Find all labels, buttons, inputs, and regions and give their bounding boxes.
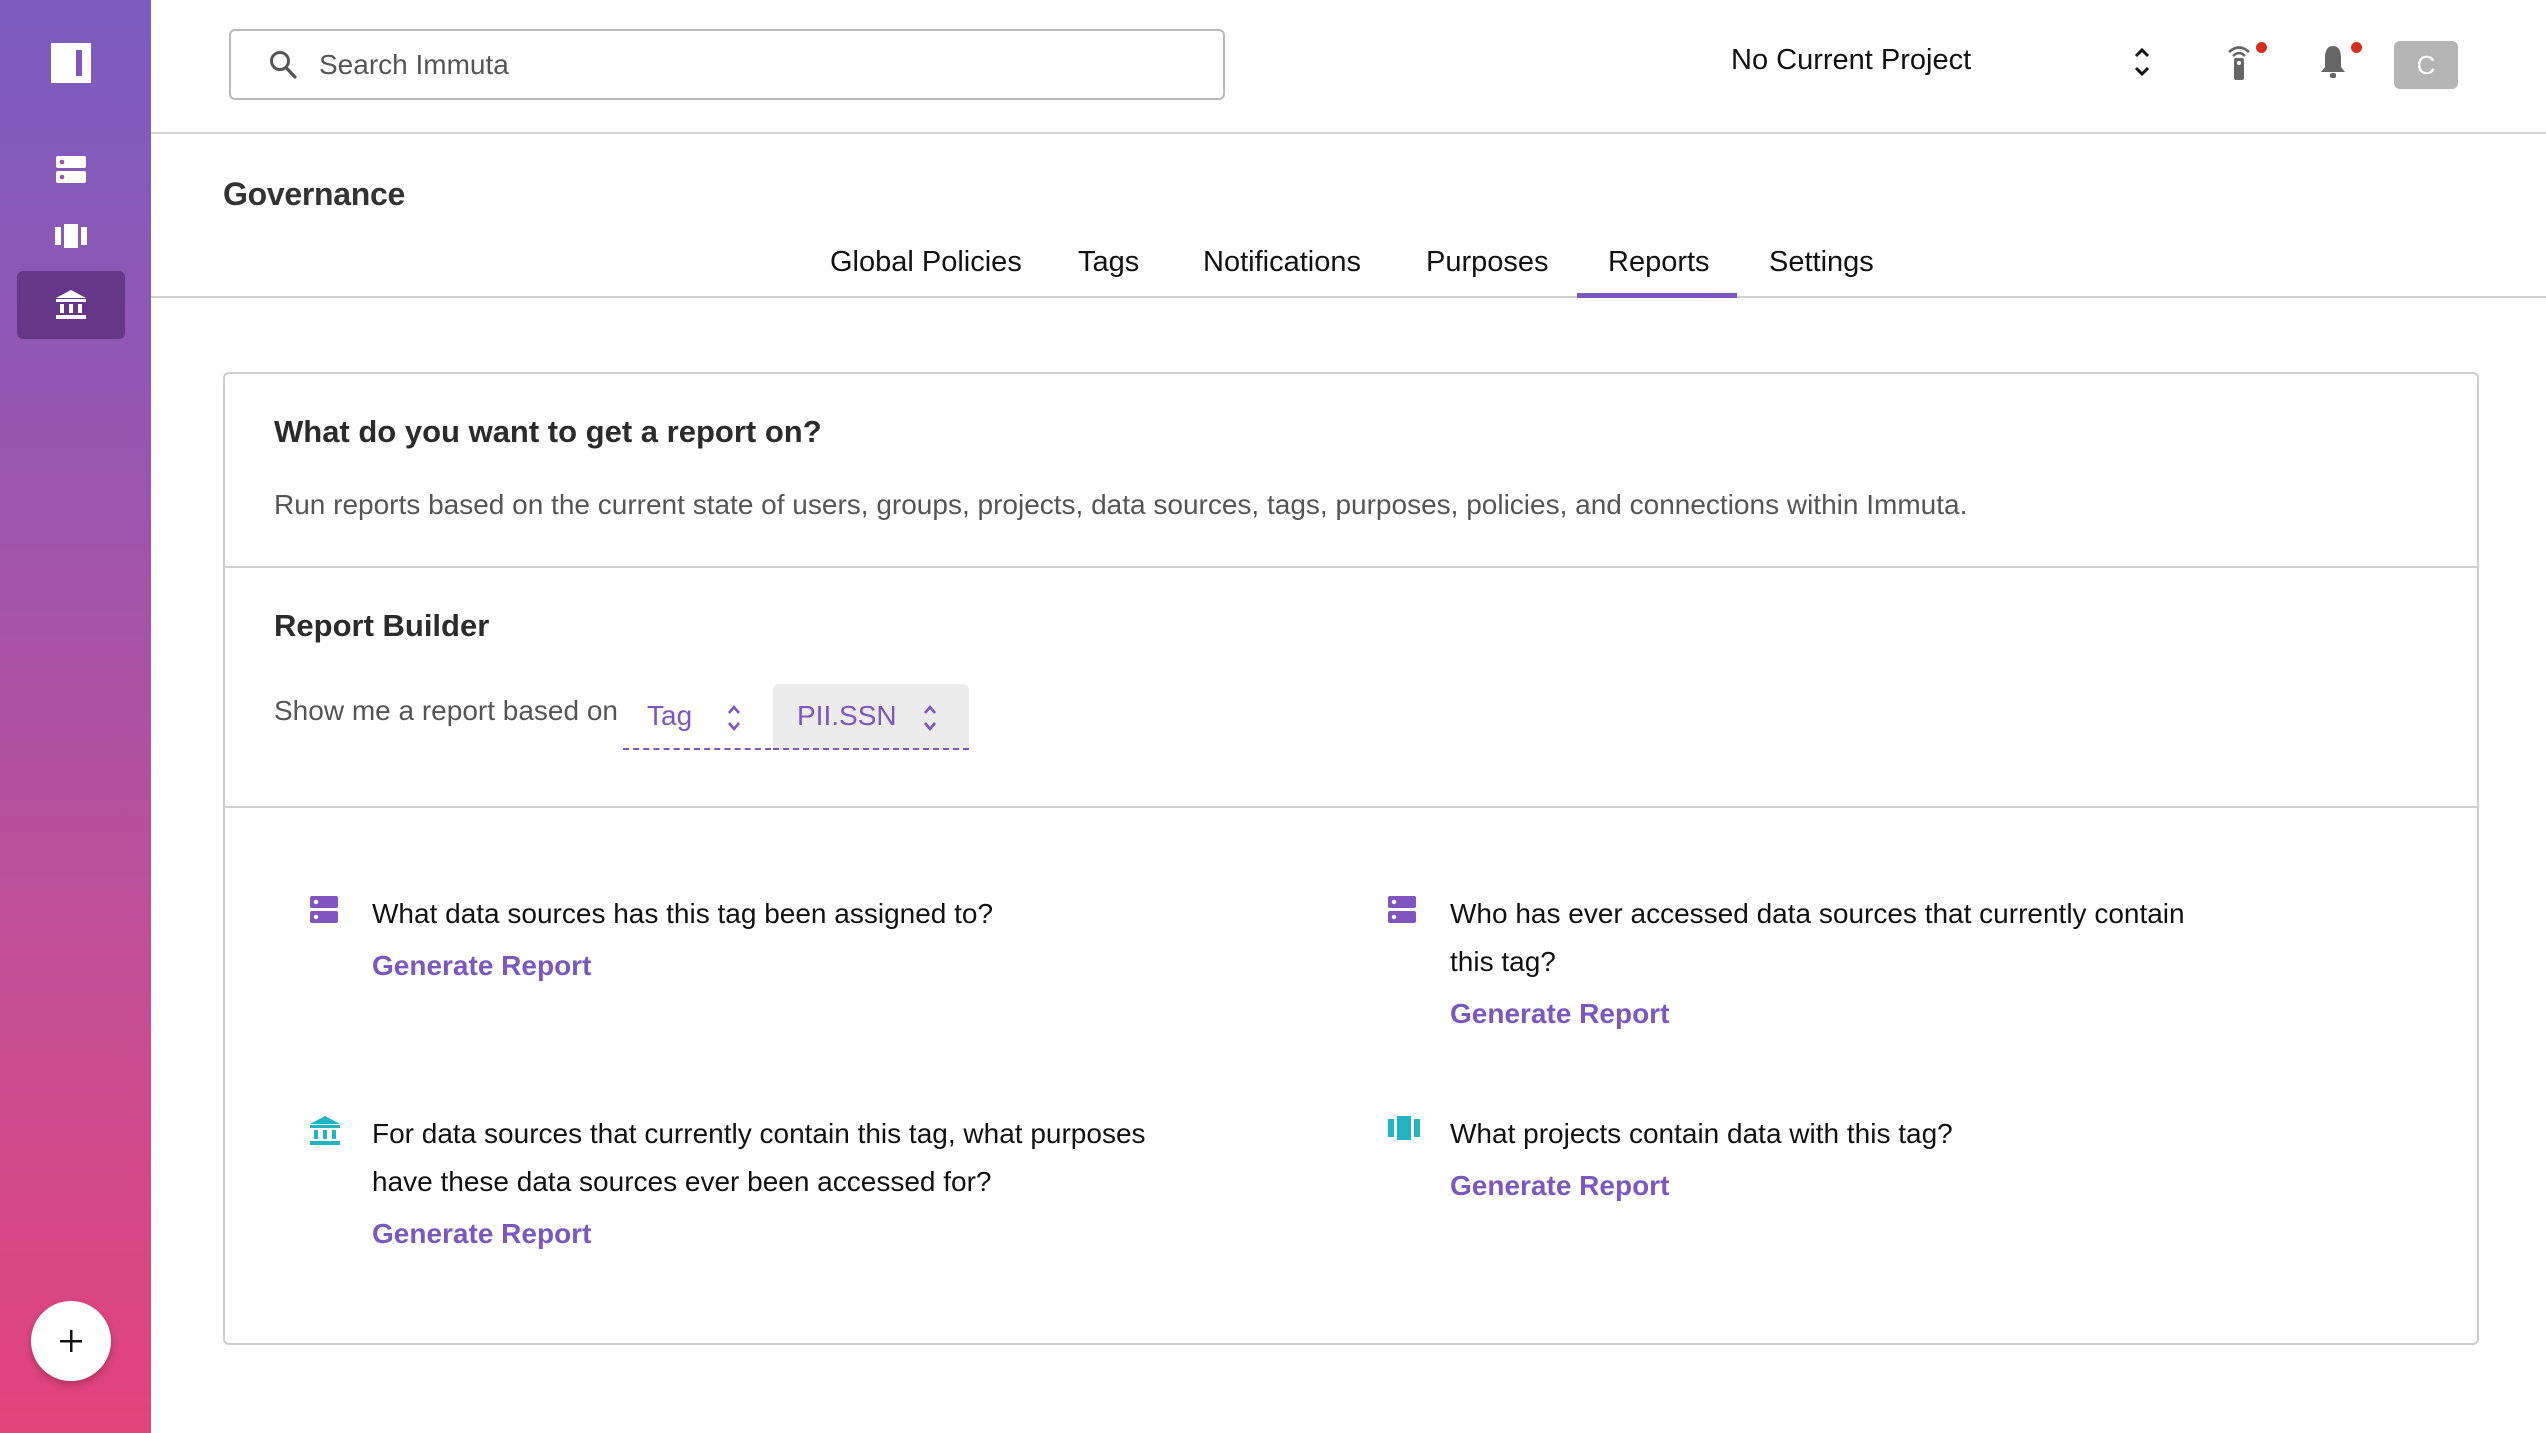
activity-notification-dot [2256, 42, 2267, 53]
active-tab-indicator [1577, 293, 1737, 298]
tab-reports[interactable]: Reports [1608, 246, 1710, 279]
tab-global-policies[interactable]: Global Policies [830, 246, 1022, 279]
purposes-icon [310, 1116, 340, 1145]
bell-notification-dot [2351, 42, 2362, 53]
top-header: No Current Project C [151, 0, 2546, 134]
bell-icon [2321, 46, 2345, 78]
chevron-up-down-icon [924, 704, 936, 732]
sidebar [0, 0, 151, 1433]
search-box[interactable] [229, 29, 1225, 100]
tab-purposes[interactable]: Purposes [1426, 246, 1549, 279]
tab-notifications[interactable]: Notifications [1203, 246, 1361, 279]
avatar-initial: C [2416, 49, 2436, 80]
sidebar-item-data-sources[interactable] [17, 136, 125, 204]
data-sources-icon [56, 156, 86, 183]
projects-icon [55, 224, 87, 248]
notifications-button[interactable] [2319, 42, 2362, 85]
report-question: Who has ever accessed data sources that … [1450, 898, 2185, 977]
report-question: What data sources has this tag been assi… [372, 898, 994, 929]
generate-report-button[interactable]: Generate Report [1450, 998, 1669, 1030]
report-builder-title: Report Builder [274, 608, 490, 643]
chevron-up-down-icon [2134, 47, 2150, 77]
add-button[interactable] [31, 1301, 111, 1381]
remote-signal-icon [2228, 46, 2250, 80]
project-selector[interactable]: No Current Project [1731, 44, 1971, 77]
sidebar-item-projects[interactable] [17, 202, 125, 270]
generate-report-button[interactable]: Generate Report [372, 950, 591, 982]
intro-title: What do you want to get a report on? [274, 414, 822, 449]
page-title: Governance [223, 176, 405, 212]
project-label: No Current Project [1731, 44, 1972, 76]
generate-report-button[interactable]: Generate Report [1450, 1170, 1669, 1202]
search-icon [270, 50, 297, 79]
entity-value: PII.SSN [797, 700, 897, 731]
data-sources-icon [1388, 896, 1416, 923]
projects-icon [1388, 1116, 1420, 1140]
plus-icon [60, 1330, 82, 1352]
tab-settings[interactable]: Settings [1769, 246, 1874, 279]
immuta-logo[interactable] [51, 43, 91, 83]
tabs-divider [151, 296, 2546, 298]
data-sources-icon [310, 896, 338, 923]
search-input[interactable] [319, 48, 1169, 81]
project-toggle[interactable] [2131, 45, 2153, 84]
entity-type-select[interactable]: Tag [623, 684, 771, 750]
generate-report-button[interactable]: Generate Report [372, 1218, 591, 1250]
reports-card: What do you want to get a report on? Run… [223, 372, 2479, 1345]
chevron-up-down-icon [728, 704, 740, 732]
tab-tags[interactable]: Tags [1078, 246, 1139, 279]
sidebar-item-governance[interactable] [17, 271, 125, 339]
entity-value-select[interactable]: PII.SSN [773, 684, 969, 750]
governance-icon [56, 290, 86, 319]
entity-type-value: Tag [647, 700, 693, 731]
report-question: What projects contain data with this tag… [1450, 1118, 1953, 1149]
report-question: For data sources that currently contain … [372, 1118, 1146, 1197]
intro-section: What do you want to get a report on? Run… [225, 374, 2477, 568]
report-builder-label: Show me a report based on [274, 695, 618, 726]
report-builder-section: Report Builder Show me a report based on… [225, 568, 2477, 808]
intro-description: Run reports based on the current state o… [274, 489, 1968, 520]
activity-button[interactable] [2226, 42, 2267, 85]
user-avatar[interactable]: C [2394, 41, 2458, 89]
